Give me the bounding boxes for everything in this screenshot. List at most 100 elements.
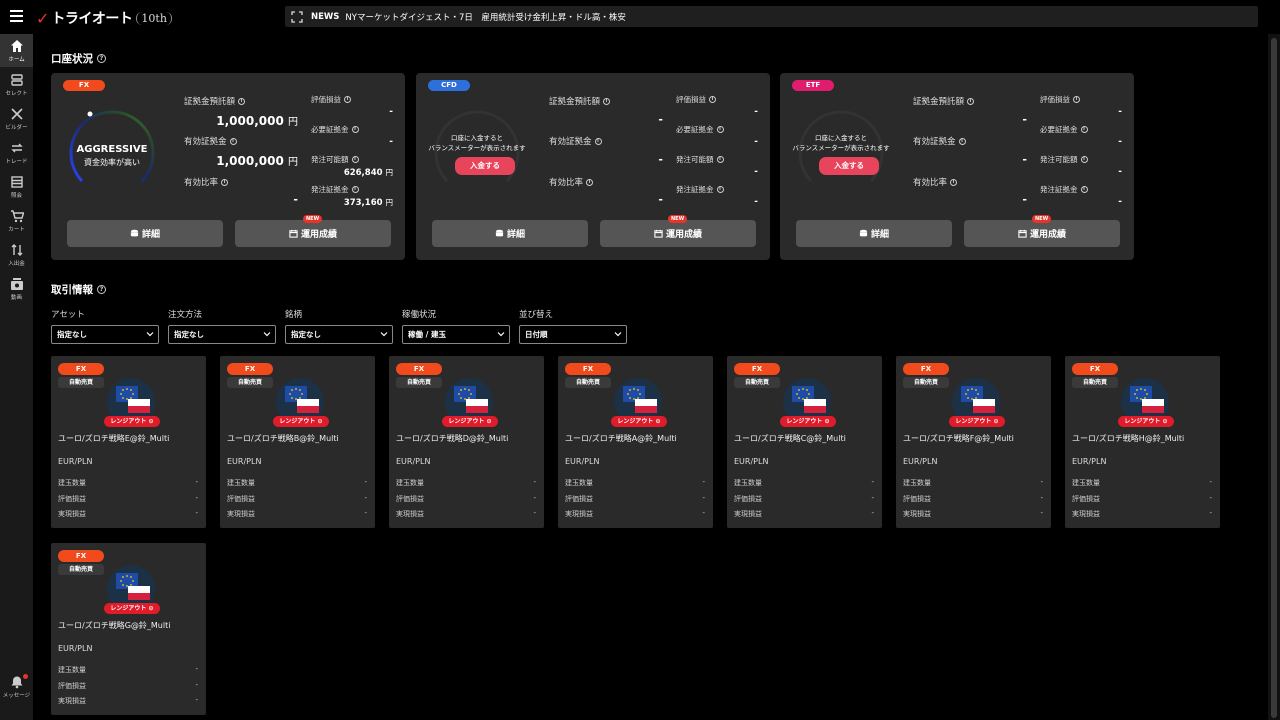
chevron-down-icon [497, 332, 505, 337]
performance-button[interactable]: NEW 運用成績 [600, 215, 756, 247]
info-icon[interactable]: i [238, 98, 246, 105]
chevron-down-icon [614, 332, 622, 337]
trade-info-heading: 取引情報 ? [51, 282, 106, 297]
orderable-label: 発注可能額 i [676, 154, 724, 165]
asset-select[interactable]: 指定なし [51, 325, 159, 344]
gauge-message: バランスメーターが表示されます [792, 144, 890, 152]
performance-button[interactable]: NEW 運用成績 [964, 215, 1120, 247]
help-icon[interactable]: ? [97, 285, 106, 294]
orderable-value: - [754, 167, 758, 177]
position-qty-label: 建玉数量 [734, 479, 762, 487]
performance-button[interactable]: NEW 運用成績 [235, 215, 391, 247]
info-icon[interactable]: i [716, 126, 724, 133]
info-icon[interactable]: i [221, 179, 229, 186]
logo-mark-icon: ✓ [36, 8, 50, 28]
sidebar-item-trade[interactable]: トレード [0, 136, 33, 169]
deposit-button[interactable]: 入金する [455, 157, 515, 175]
status-select[interactable]: 稼働 / 建玉 [402, 325, 510, 344]
strategy-card[interactable]: FX 自動売買 レンジアウト ⊙ ユーロ/ズロチ戦略E@鈴_Multi EUR/PLN 建… [51, 356, 206, 528]
account-card-cfd: CFD 口座に入金すると バランスメーターが表示されます 入金する 証拠金預託額… [416, 73, 770, 260]
sidebar-item-messages[interactable]: メッセージ [0, 670, 33, 703]
required-margin-value: - [389, 137, 393, 147]
calendar-icon [289, 229, 298, 238]
sidebar-item-label: 入出金 [8, 260, 25, 267]
strategy-card[interactable]: FX 自動売買 レンジアウト ⊙ ユーロ/ズロチ戦略B@鈴_Multi EUR/PLN 建… [220, 356, 375, 528]
order-margin-label: 発注証拠金 i [1040, 184, 1088, 195]
detail-button[interactable]: 詳細 [432, 220, 588, 247]
currency-pair: EUR/PLN [396, 457, 431, 466]
strategy-card[interactable]: FX 自動売買 レンジアウト ⊙ ユーロ/ズロチ戦略F@鈴_Multi EUR/PLN 建… [896, 356, 1051, 528]
required-margin-value: - [1118, 137, 1122, 147]
pl-label: 評価損益 [565, 495, 593, 503]
news-ticker[interactable]: NEWS NYマーケットダイジェスト・7日 雇用統計受け金利上昇・ドル高・株安 [285, 6, 1258, 27]
info-icon[interactable]: i [1080, 186, 1088, 193]
sidebar-item-video[interactable]: 動画 [0, 272, 33, 305]
range-out-badge: レンジアウト ⊙ [273, 416, 329, 427]
info-icon[interactable]: i [716, 156, 724, 163]
realized-pl-label: 実現損益 [58, 697, 86, 705]
effective-ratio-label: 有効比率 i [913, 176, 958, 188]
menu-icon[interactable] [10, 10, 23, 22]
strategy-card[interactable]: FX 自動売買 レンジアウト ⊙ ユーロ/ズロチ戦略D@鈴_Multi EUR/PLN 建… [389, 356, 544, 528]
order-margin-value: 373,160 円 [343, 198, 393, 208]
pl-label: 評価損益 [58, 495, 86, 503]
expand-icon[interactable] [291, 10, 303, 23]
order-margin-label: 発注証拠金 i [676, 184, 724, 195]
builder-icon [10, 107, 23, 120]
strategy-card[interactable]: FX 自動売買 レンジアウト ⊙ ユーロ/ズロチ戦略G@鈴_Multi EUR/PLN 建… [51, 543, 206, 715]
logo[interactable]: ✓ トライオート 10th [36, 8, 172, 28]
detail-button[interactable]: 詳細 [67, 220, 223, 247]
info-icon[interactable]: i [603, 98, 611, 105]
risk-description: 資金効率が高い [84, 158, 140, 167]
strategy-name: ユーロ/ズロチ戦略B@鈴_Multi [227, 434, 339, 443]
order-margin-label: 発注証拠金 i [311, 184, 359, 195]
currency-pair: EUR/PLN [734, 457, 769, 466]
info-icon[interactable]: i [1080, 156, 1088, 163]
sidebar-item-home[interactable]: ホーム [0, 34, 33, 67]
orderable-value: - [1118, 167, 1122, 177]
detail-button[interactable]: 詳細 [796, 220, 952, 247]
info-icon[interactable]: i [351, 186, 359, 193]
info-icon[interactable]: i [958, 138, 966, 145]
sidebar-item-inquiry[interactable]: 照会 [0, 170, 33, 203]
info-icon[interactable]: i [709, 96, 716, 103]
filter-label-sort: 並び替え [519, 310, 554, 320]
pl-value: - [871, 494, 874, 502]
sort-select[interactable]: 日付順 [519, 325, 627, 344]
currency-pair: EUR/PLN [58, 644, 93, 653]
info-icon[interactable]: i [586, 179, 594, 186]
help-icon[interactable]: ? [97, 54, 106, 63]
info-icon[interactable]: i [229, 138, 237, 145]
sidebar-item-deposit[interactable]: 入出金 [0, 238, 33, 271]
logo-anniversary-badge: 10th [136, 11, 172, 25]
deposit-button[interactable]: 入金する [819, 157, 879, 175]
symbol-select[interactable]: 指定なし [285, 325, 393, 344]
auto-trade-tag: 自動売買 [565, 377, 611, 388]
news-headline[interactable]: NYマーケットダイジェスト・7日 雇用統計受け金利上昇・ドル高・株安 [345, 11, 625, 23]
effective-ratio-value: - [658, 193, 663, 206]
info-icon[interactable]: i [351, 126, 359, 133]
position-qty-label: 建玉数量 [903, 479, 931, 487]
sidebar-item-select[interactable]: セレクト [0, 68, 33, 101]
info-icon[interactable]: i [1080, 126, 1088, 133]
info-icon[interactable]: i [351, 156, 359, 163]
strategy-card[interactable]: FX 自動売買 レンジアウト ⊙ ユーロ/ズロチ戦略C@鈴_Multi EUR/PLN 建… [727, 356, 882, 528]
scroll-thumb[interactable] [1271, 38, 1277, 718]
info-icon[interactable]: i [967, 98, 975, 105]
scrollbar[interactable] [1268, 34, 1280, 720]
deposit-icon [11, 243, 22, 256]
order-method-select[interactable]: 指定なし [168, 325, 276, 344]
info-icon[interactable]: i [1073, 96, 1080, 103]
info-icon[interactable]: i [716, 186, 724, 193]
info-icon[interactable]: i [594, 138, 602, 145]
sidebar-item-cart[interactable]: カート [0, 204, 33, 237]
info-icon[interactable]: i [950, 179, 958, 186]
strategy-card[interactable]: FX 自動売買 レンジアウト ⊙ ユーロ/ズロチ戦略A@鈴_Multi EUR/PLN 建… [558, 356, 713, 528]
sidebar-item-label: カート [8, 226, 25, 233]
order-margin-value: - [754, 197, 758, 207]
effective-margin-label: 有効証拠金 i [549, 135, 602, 147]
info-icon[interactable]: i [344, 96, 351, 103]
realized-pl-value: - [871, 509, 874, 517]
strategy-card[interactable]: FX 自動売買 レンジアウト ⊙ ユーロ/ズロチ戦略H@鈴_Multi EUR/PLN 建… [1065, 356, 1220, 528]
sidebar-item-builder[interactable]: ビルダー [0, 102, 33, 135]
